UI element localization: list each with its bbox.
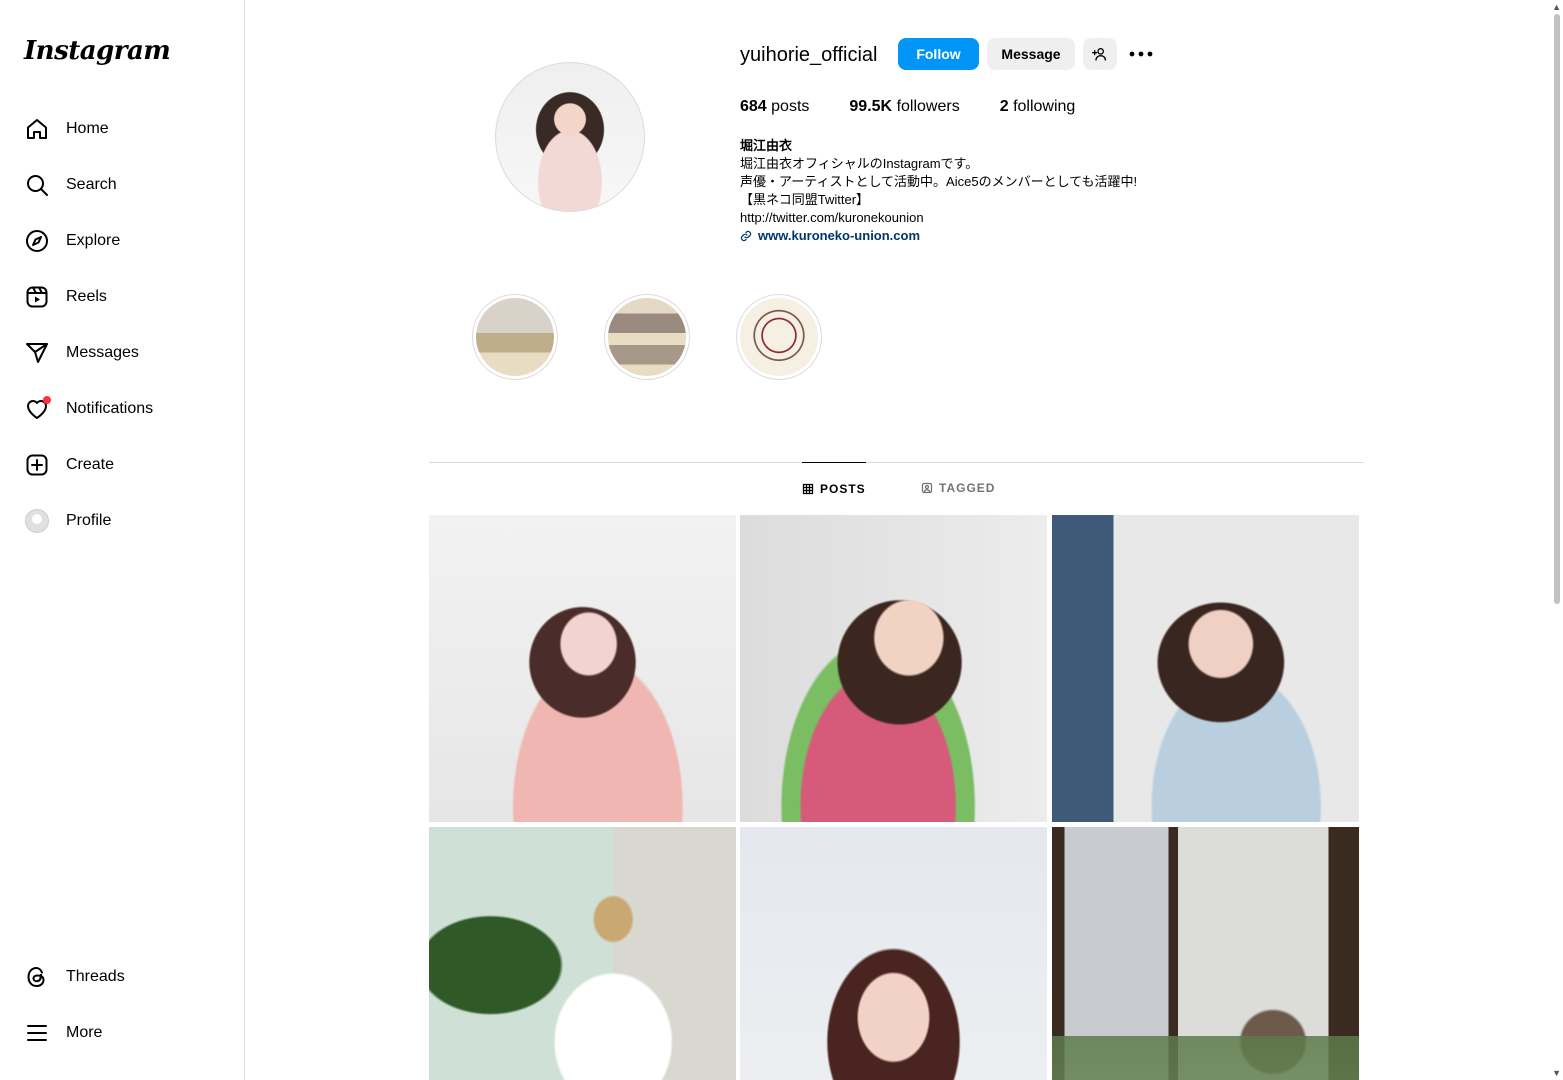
send-icon (24, 340, 50, 366)
sidebar-item-messages[interactable]: Messages (12, 329, 232, 377)
sidebar-item-threads[interactable]: Threads (12, 953, 232, 1001)
sidebar-item-explore[interactable]: Explore (12, 217, 232, 265)
bio-line: http://twitter.com/kuronekounion (740, 210, 924, 225)
sidebar-item-create[interactable]: Create (12, 441, 232, 489)
add-person-icon (1092, 48, 1106, 61)
suggested-users-button[interactable] (1083, 38, 1117, 70)
profile-avatar[interactable] (495, 62, 645, 212)
link-icon (740, 230, 752, 242)
avatar-icon (25, 509, 49, 533)
heart-icon (24, 396, 51, 422)
message-button[interactable]: Message (987, 38, 1075, 70)
bio-line: 声優・アーティストとして活動中。Aice5のメンバーとしても活躍中! (740, 174, 1138, 189)
more-dots-icon (1129, 51, 1153, 57)
scrollbar[interactable]: ▲ ▼ (1551, 0, 1563, 1080)
tagged-icon (921, 482, 933, 494)
scroll-up-arrow-icon[interactable]: ▲ (1552, 2, 1561, 12)
sidebar-item-label: Reels (66, 288, 107, 305)
grid-icon (802, 483, 814, 494)
post-thumbnail[interactable] (1052, 827, 1359, 1080)
search-icon (24, 172, 50, 198)
sidebar-item-home[interactable]: Home (12, 105, 232, 153)
scrollbar-thumb[interactable] (1554, 14, 1560, 604)
tabs-divider (429, 462, 1364, 463)
sidebar-item-search[interactable]: Search (12, 161, 232, 209)
story-highlight[interactable] (736, 294, 822, 380)
post-thumbnail[interactable] (429, 515, 736, 822)
profile-full-name: 堀江由衣 (740, 138, 793, 153)
profile-username: yuihorie_official (740, 44, 878, 66)
profile-stats: 684 posts 99.5K followers 2 following (740, 98, 1115, 116)
sidebar-item-label: Home (66, 120, 109, 137)
notification-dot (43, 396, 51, 404)
threads-icon (24, 964, 50, 990)
scroll-down-arrow-icon[interactable]: ▼ (1552, 1068, 1561, 1078)
sidebar-item-label: Create (66, 456, 115, 473)
home-icon (24, 116, 50, 142)
sidebar-item-label: Threads (66, 968, 125, 985)
sidebar-item-label: Explore (66, 232, 121, 249)
sidebar-item-label: More (66, 1024, 103, 1041)
menu-icon (24, 1020, 50, 1046)
reels-icon (24, 284, 50, 310)
story-highlight[interactable] (472, 294, 558, 380)
profile-bio: 堀江由衣 堀江由衣オフィシャルのInstagramです。 声優・アーティストとし… (740, 137, 1137, 245)
posts-count: 684 posts (740, 98, 810, 115)
sidebar: Instagram Home Search Explore Reels Mess… (0, 0, 245, 1080)
story-highlight[interactable] (604, 294, 690, 380)
bio-line: 堀江由衣オフィシャルのInstagramです。 (740, 156, 979, 171)
follow-button[interactable]: Follow (898, 38, 979, 70)
sidebar-item-label: Search (66, 176, 117, 193)
tab-posts[interactable]: POSTS (802, 462, 866, 514)
website-link[interactable]: www.kuroneko-union.com (740, 227, 1137, 245)
following-link[interactable]: 2 following (1000, 98, 1076, 116)
sidebar-item-notifications[interactable]: Notifications (12, 385, 232, 433)
post-thumbnail[interactable] (740, 515, 1047, 822)
post-thumbnail[interactable] (1052, 515, 1359, 822)
sidebar-item-profile[interactable]: Profile (12, 497, 232, 545)
sidebar-item-label: Profile (66, 512, 112, 529)
sidebar-item-more[interactable]: More (12, 1009, 232, 1057)
post-thumbnail[interactable] (740, 827, 1047, 1080)
instagram-logo[interactable]: Instagram (24, 36, 171, 66)
sidebar-item-reels[interactable]: Reels (12, 273, 232, 321)
bio-line: 【黒ネコ同盟Twitter】 (740, 192, 870, 207)
plus-square-icon (24, 452, 50, 478)
post-thumbnail[interactable] (429, 827, 736, 1080)
followers-link[interactable]: 99.5K followers (849, 98, 959, 116)
options-button[interactable] (1127, 38, 1155, 70)
sidebar-item-label: Messages (66, 344, 139, 361)
tab-tagged[interactable]: TAGGED (921, 462, 995, 514)
sidebar-item-label: Notifications (66, 400, 154, 417)
compass-icon (24, 228, 50, 254)
